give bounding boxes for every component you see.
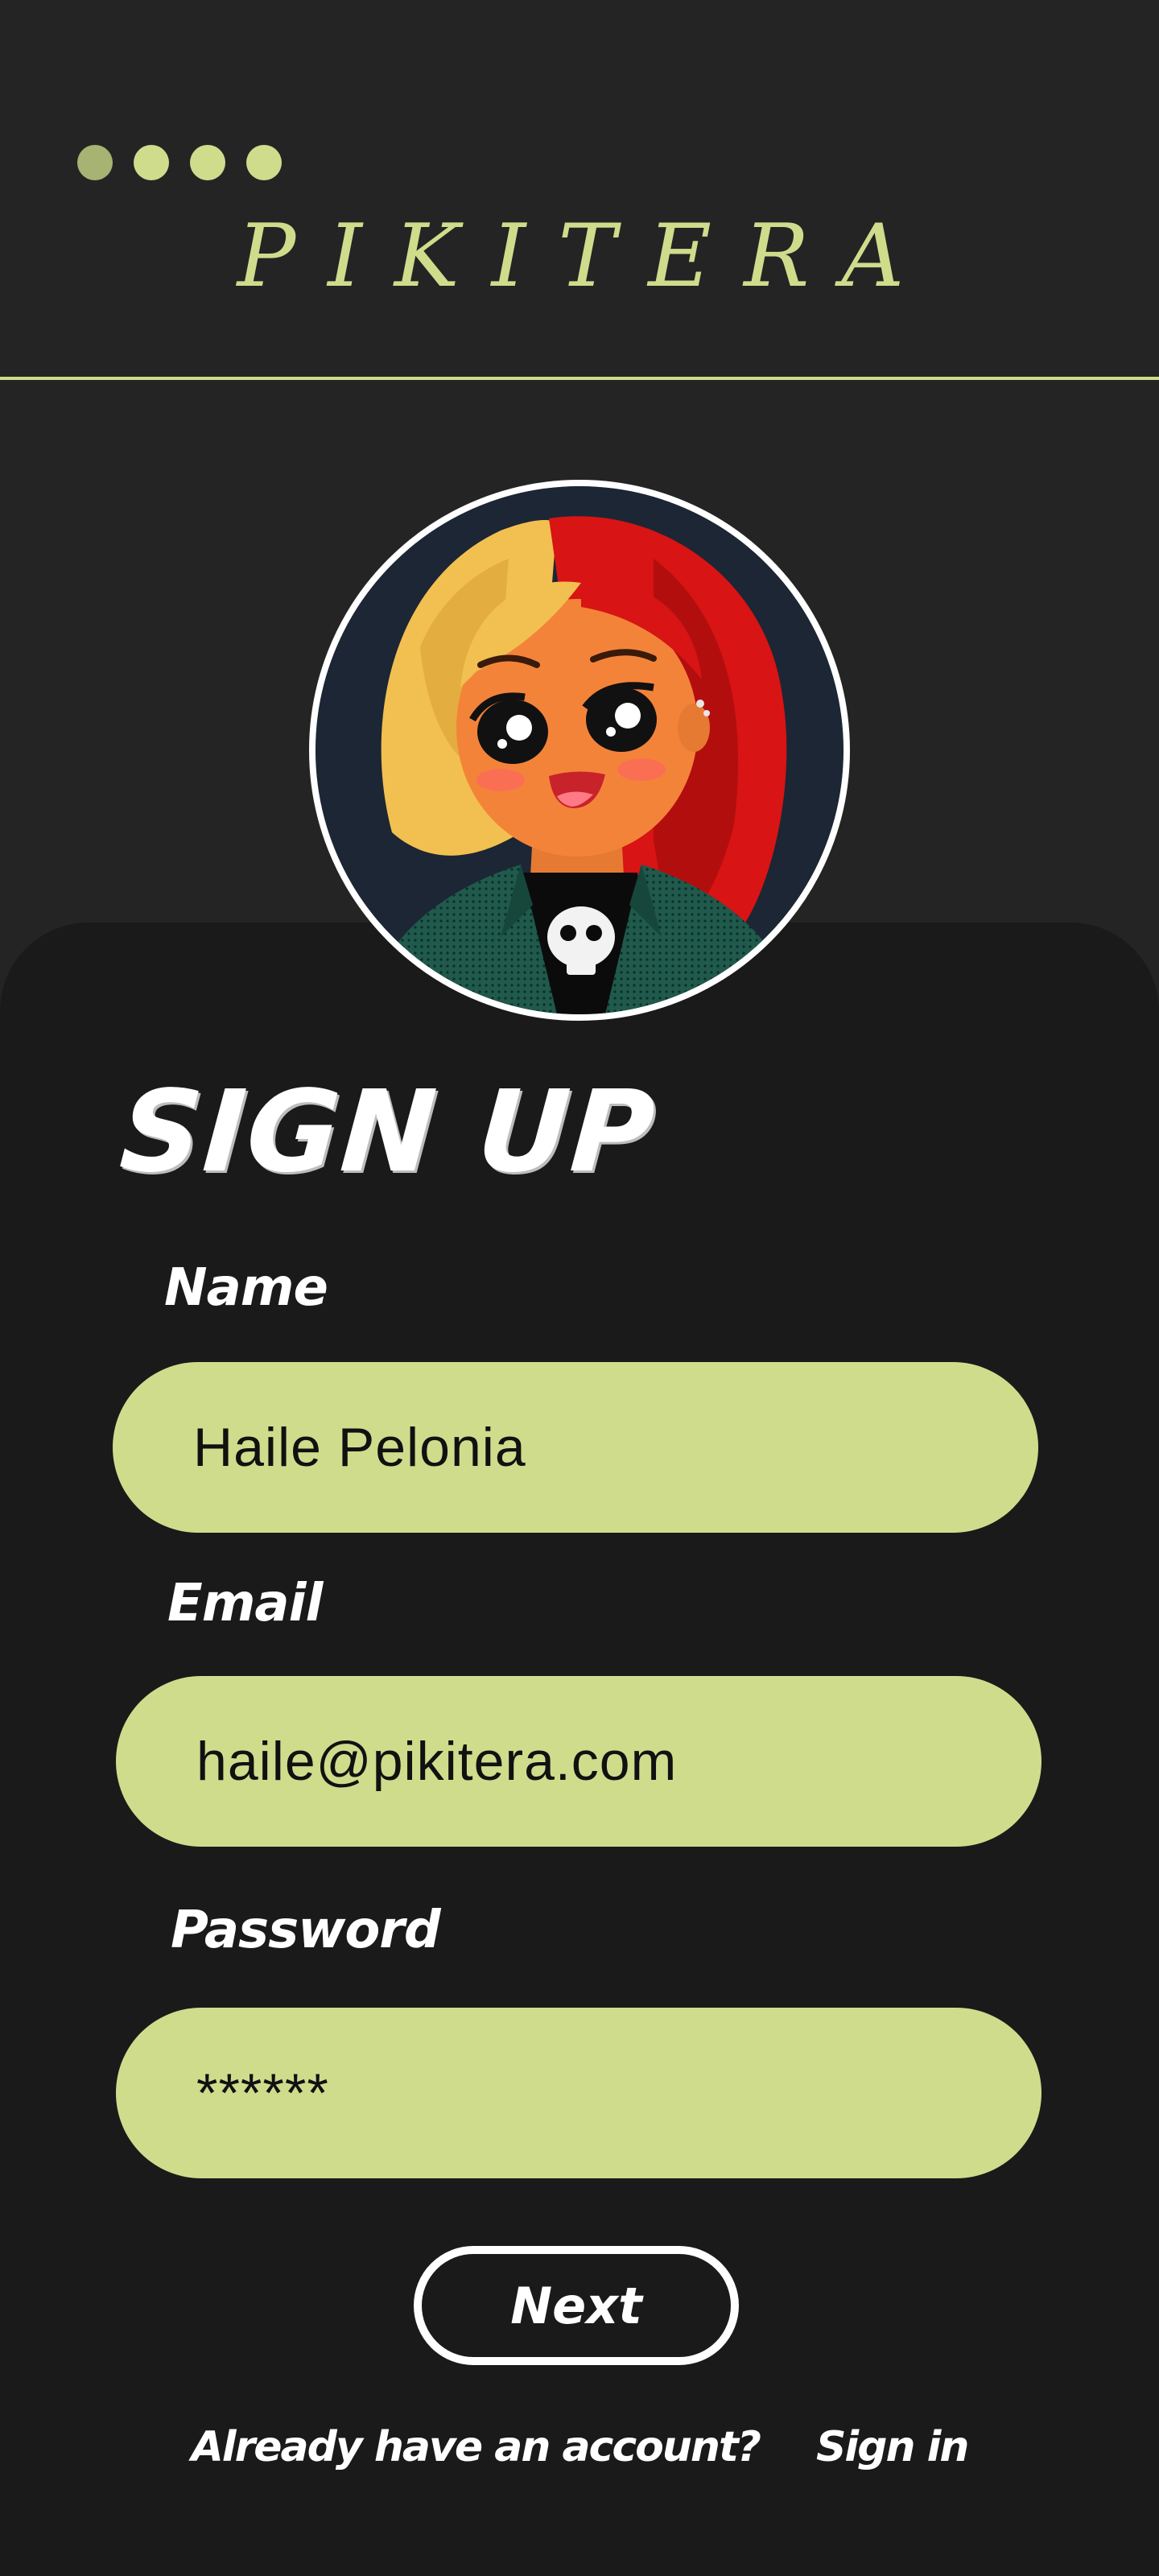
email-value: haile@pikitera.com <box>196 1731 678 1792</box>
pagination-dots <box>77 145 282 180</box>
brand-logo: PIKITERA <box>237 206 937 307</box>
app-header: PIKITERA <box>0 0 1159 380</box>
avatar-illustration <box>316 486 843 1014</box>
name-value: Haile Pelonia <box>193 1417 526 1478</box>
signin-prompt-text: Already have an account? <box>191 2423 761 2471</box>
next-button[interactable]: Next <box>414 2246 739 2365</box>
dot-4 <box>246 145 282 180</box>
signin-prompt: Already have an account? Sign in <box>0 2423 1159 2471</box>
password-value: ****** <box>196 2062 329 2124</box>
dot-1 <box>77 145 113 180</box>
name-field[interactable]: Haile Pelonia <box>113 1362 1038 1533</box>
name-label: Name <box>164 1258 328 1318</box>
password-field[interactable]: ****** <box>116 2008 1041 2178</box>
dot-2 <box>134 145 169 180</box>
page-title: SIGN UP <box>116 1067 660 1198</box>
email-label: Email <box>167 1574 323 1633</box>
header-divider <box>0 377 1159 380</box>
password-label: Password <box>171 1901 441 1960</box>
avatar[interactable] <box>309 480 850 1021</box>
email-field[interactable]: haile@pikitera.com <box>116 1676 1041 1847</box>
next-button-label: Next <box>510 2276 642 2335</box>
dot-3 <box>190 145 225 180</box>
signin-link[interactable]: Sign in <box>816 2423 969 2471</box>
